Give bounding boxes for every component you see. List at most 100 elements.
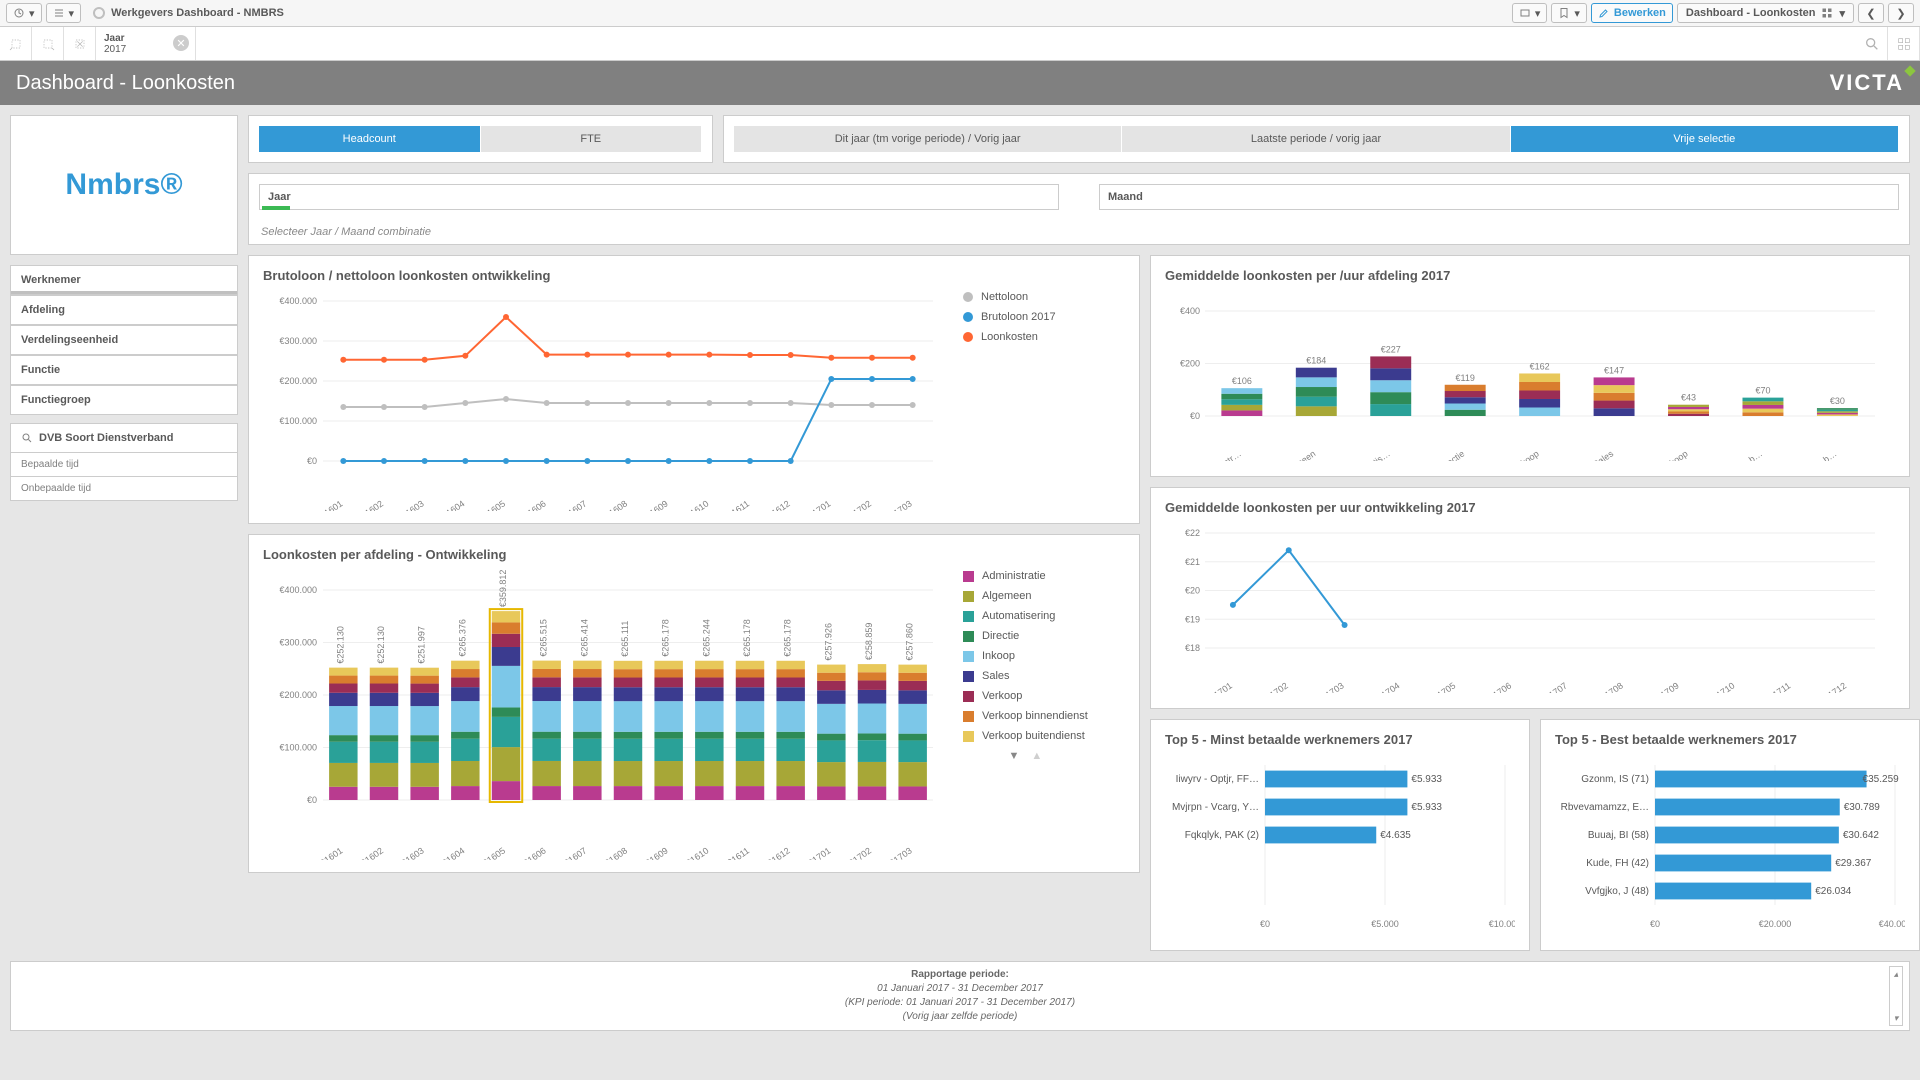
filter-functie[interactable]: Functie xyxy=(10,355,238,385)
clear-all-button[interactable] xyxy=(64,27,96,60)
chevron-down-icon: ▾ xyxy=(29,7,35,20)
svg-text:201704: 201704 xyxy=(1371,680,1401,693)
filter-dienstverband[interactable]: DVB Soort Dienstverband xyxy=(10,423,238,453)
svg-text:Buuaj, BI (58): Buuaj, BI (58) xyxy=(1588,830,1649,841)
app-title: Werkgevers Dashboard - NMBRS xyxy=(93,7,1508,19)
report-footer: Rapportage periode: 01 Januari 2017 - 31… xyxy=(10,961,1910,1031)
selections-tool-button[interactable] xyxy=(1888,27,1920,60)
svg-text:201711: 201711 xyxy=(1763,680,1793,693)
svg-text:Sales: Sales xyxy=(1591,448,1616,461)
chart-per-uur-ontwikkeling[interactable]: Gemiddelde loonkosten per uur ontwikkeli… xyxy=(1150,487,1910,709)
chart-top5-best[interactable]: Top 5 - Best betaalde werknemers 2017 €0… xyxy=(1540,719,1920,951)
year-field[interactable]: Jaar xyxy=(259,184,1059,210)
svg-text:201608: 201608 xyxy=(599,845,629,860)
filter-functiegroep[interactable]: Functiegroep xyxy=(10,385,238,415)
filter-verdelingseenheid[interactable]: Verdelingseenheid xyxy=(10,325,238,355)
filter-option[interactable]: Onbepaalde tijd xyxy=(10,477,238,501)
svg-text:€258.859: €258.859 xyxy=(864,623,874,661)
chart-bruto-netto[interactable]: Brutoloon / nettoloon loonkosten ontwikk… xyxy=(248,255,1140,524)
nav-menu-button[interactable]: ▾ xyxy=(6,3,42,23)
svg-text:€10.000: €10.000 xyxy=(1489,919,1515,929)
footer-heading: Rapportage periode: xyxy=(911,969,1009,980)
search-button[interactable] xyxy=(1856,27,1888,60)
svg-text:Iiwyrv - Optjr, FF…: Iiwyrv - Optjr, FF… xyxy=(1176,774,1259,785)
svg-text:201607: 201607 xyxy=(558,845,588,860)
step-forward-button[interactable] xyxy=(32,27,64,60)
selection-item-jaar[interactable]: Jaar 2017 ✕ xyxy=(96,27,196,60)
svg-text:€29.367: €29.367 xyxy=(1835,858,1872,869)
svg-text:€0: €0 xyxy=(1650,919,1660,929)
svg-text:€400: €400 xyxy=(1180,306,1200,316)
step-back-button[interactable] xyxy=(0,27,32,60)
svg-text:201702: 201702 xyxy=(843,845,873,860)
svg-text:€40.000: €40.000 xyxy=(1879,919,1905,929)
page-banner: Dashboard - Loonkosten VICTA xyxy=(0,61,1920,105)
svg-text:€400.000: €400.000 xyxy=(279,296,317,306)
bookmark-button[interactable]: ▾ xyxy=(1551,3,1587,23)
svg-text:201602: 201602 xyxy=(355,498,385,511)
tab-dit-jaar[interactable]: Dit jaar (tm vorige periode) / Vorig jaa… xyxy=(734,126,1122,152)
tab-vrije-selectie[interactable]: Vrije selectie xyxy=(1511,126,1899,152)
svg-text:201708: 201708 xyxy=(1595,680,1625,693)
legend-swatch xyxy=(963,332,973,342)
clear-selection-icon[interactable]: ✕ xyxy=(173,35,189,51)
scroll-indicator[interactable]: ▴▾ xyxy=(1889,966,1903,1026)
svg-text:Rbvevamamzz, E…: Rbvevamamzz, E… xyxy=(1561,802,1649,813)
year-month-panel: Jaar Maand Selecteer Jaar / Maand combin… xyxy=(248,173,1910,245)
svg-text:201701: 201701 xyxy=(1204,680,1234,693)
chart-per-afdeling-ontwikkeling[interactable]: Loonkosten per afdeling - Ontwikkeling €… xyxy=(248,534,1140,873)
svg-text:€0: €0 xyxy=(307,456,317,466)
svg-text:€265.178: €265.178 xyxy=(742,619,752,657)
svg-text:€70: €70 xyxy=(1755,386,1770,396)
global-menu-button[interactable]: ▾ xyxy=(46,3,82,23)
svg-text:201611: 201611 xyxy=(721,845,751,860)
svg-text:201601: 201601 xyxy=(314,498,344,511)
svg-text:Mvjrpn - Vcarg, Y…: Mvjrpn - Vcarg, Y… xyxy=(1172,802,1259,813)
svg-text:Kude, FH (42): Kude, FH (42) xyxy=(1586,858,1649,869)
svg-text:€100.000: €100.000 xyxy=(279,743,317,753)
sheet-selector[interactable]: Dashboard - Loonkosten▾ xyxy=(1677,3,1854,23)
svg-text:€5.000: €5.000 xyxy=(1371,919,1399,929)
svg-text:€265.376: €265.376 xyxy=(457,619,467,657)
svg-text:€4.635: €4.635 xyxy=(1380,830,1411,841)
svg-text:€200.000: €200.000 xyxy=(279,376,317,386)
story-button[interactable]: ▾ xyxy=(1512,3,1548,23)
svg-text:€265.178: €265.178 xyxy=(661,619,671,657)
svg-text:€184: €184 xyxy=(1306,356,1326,366)
chevron-down-icon: ▾ xyxy=(69,7,75,20)
month-field[interactable]: Maand xyxy=(1099,184,1899,210)
edit-button[interactable]: Bewerken xyxy=(1591,3,1673,23)
svg-text:201702: 201702 xyxy=(843,498,873,511)
tab-fte[interactable]: FTE xyxy=(481,126,703,152)
chart-top5-minst[interactable]: Top 5 - Minst betaalde werknemers 2017 €… xyxy=(1150,719,1530,951)
page-title: Dashboard - Loonkosten xyxy=(16,72,235,95)
filter-option[interactable]: Bepaalde tijd xyxy=(10,453,238,477)
metric-tab-group: Headcount FTE xyxy=(248,115,713,163)
svg-text:201601: 201601 xyxy=(314,845,344,860)
svg-text:Fqkqlyk, PAK (2): Fqkqlyk, PAK (2) xyxy=(1185,830,1259,841)
svg-text:201606: 201606 xyxy=(517,498,547,511)
grid-icon xyxy=(1821,7,1833,19)
legend-bruto-netto: Nettoloon Brutoloon 2017 Loonkosten xyxy=(963,291,1056,511)
svg-text:Verkoop b…: Verkoop b… xyxy=(1792,448,1838,461)
tab-headcount[interactable]: Headcount xyxy=(259,126,481,152)
svg-text:€265.414: €265.414 xyxy=(579,619,589,657)
svg-text:201612: 201612 xyxy=(761,845,791,860)
svg-text:Verkoop: Verkoop xyxy=(1657,448,1690,461)
chart-per-uur-afdeling[interactable]: Gemiddelde loonkosten per /uur afdeling … xyxy=(1150,255,1910,477)
svg-text:Gzonm, IS (71): Gzonm, IS (71) xyxy=(1581,774,1649,785)
nmbrs-logo: Nmbrs® xyxy=(65,168,182,202)
filter-afdeling[interactable]: Afdeling xyxy=(10,295,238,325)
svg-text:201703: 201703 xyxy=(883,498,913,511)
svg-text:201606: 201606 xyxy=(517,845,547,860)
filter-werknemer[interactable]: Werknemer xyxy=(10,265,238,295)
next-sheet-button[interactable]: ❯ xyxy=(1888,3,1914,23)
svg-text:€359.812: €359.812 xyxy=(498,570,508,607)
tab-laatste-periode[interactable]: Laatste periode / vorig jaar xyxy=(1122,126,1510,152)
prev-sheet-button[interactable]: ❮ xyxy=(1858,3,1884,23)
svg-text:€257.860: €257.860 xyxy=(905,623,915,661)
svg-text:201610: 201610 xyxy=(680,845,710,860)
svg-text:201703: 201703 xyxy=(1315,680,1345,693)
selection-bar: Jaar 2017 ✕ xyxy=(0,27,1920,61)
svg-text:€147: €147 xyxy=(1604,365,1624,375)
